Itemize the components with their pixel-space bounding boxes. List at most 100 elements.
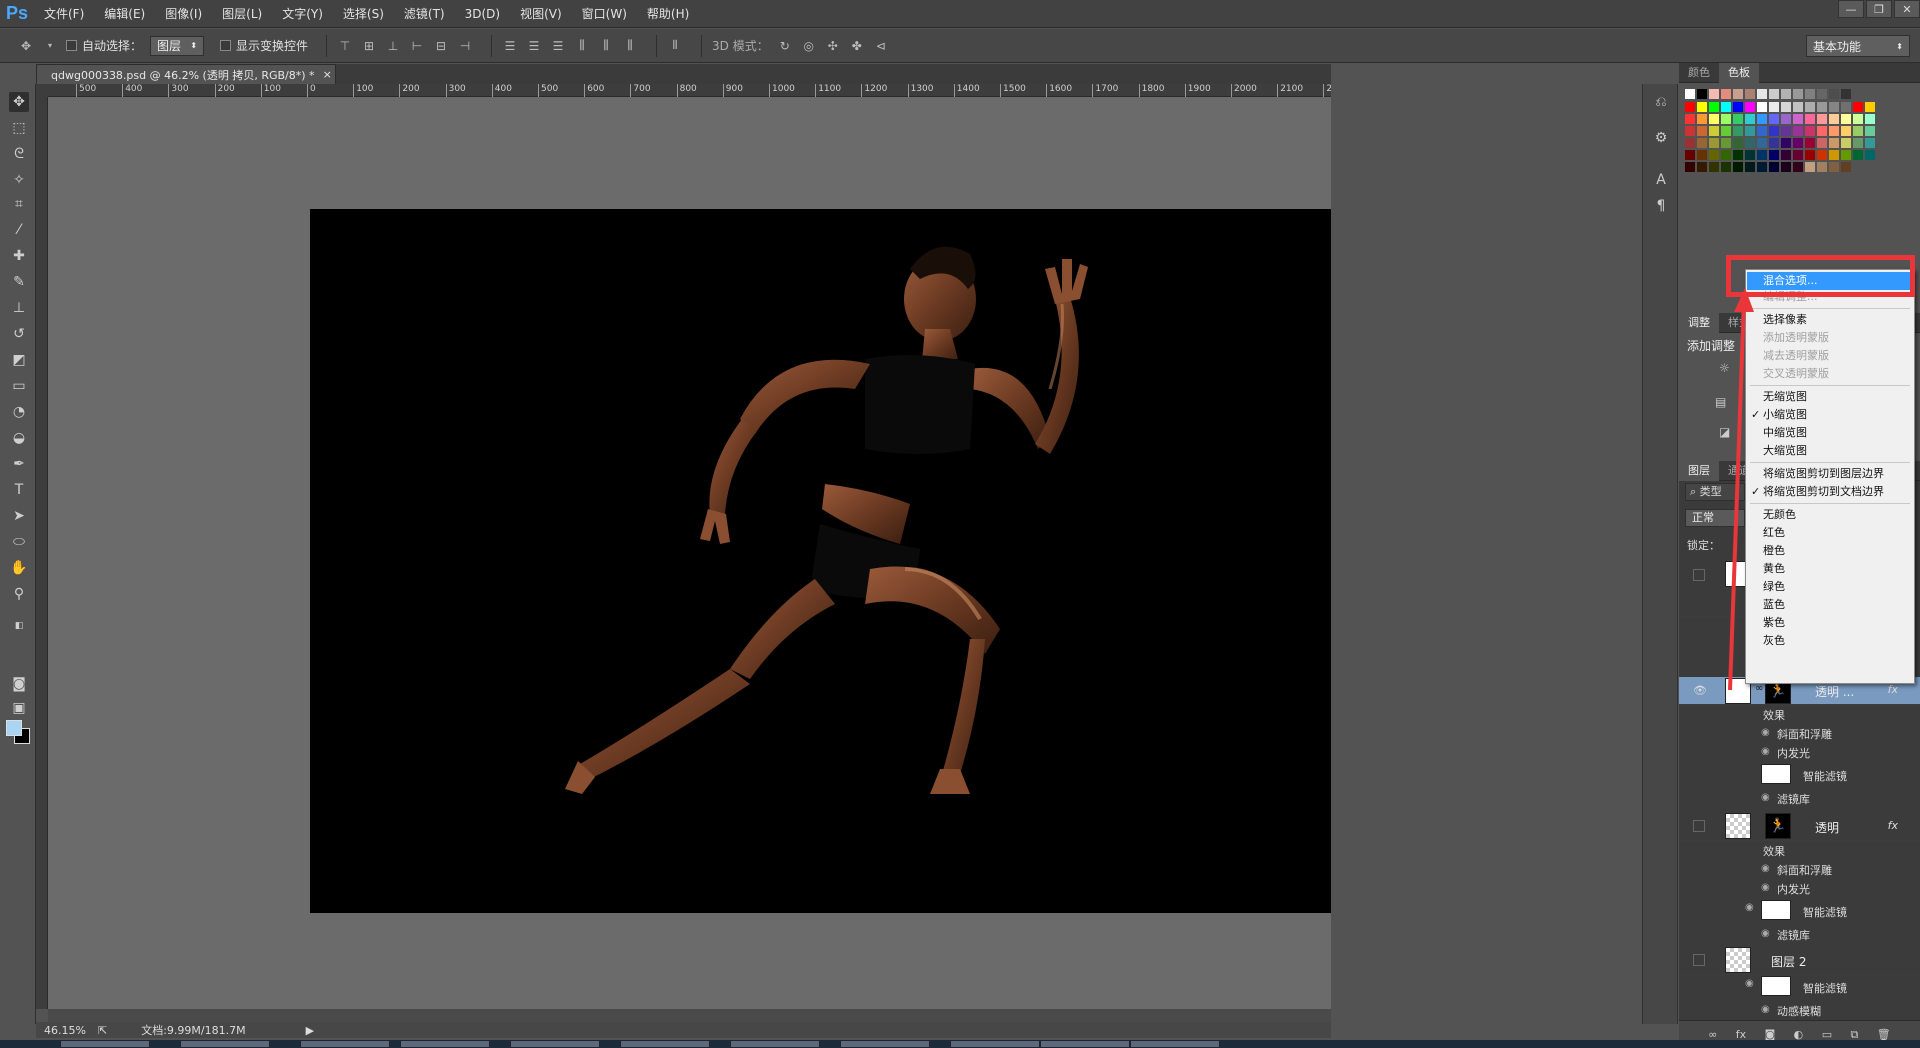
taskbar-button[interactable]	[300, 1040, 390, 1048]
align-bottom-icon[interactable]: ⊥	[385, 38, 401, 54]
horizontal-scrollbar[interactable]	[48, 1009, 1331, 1022]
color-swatch[interactable]	[1697, 89, 1707, 99]
color-swatch[interactable]	[1793, 114, 1803, 124]
minimize-button[interactable]: —	[1838, 0, 1864, 18]
color-swatch[interactable]	[1685, 126, 1695, 136]
color-swatch[interactable]	[1745, 102, 1755, 112]
quick-mask-icon[interactable]: ◙	[9, 674, 29, 694]
layer-row[interactable]: 🏃 透明 fx	[1679, 811, 1920, 841]
context-menu-item[interactable]: 无颜色	[1747, 506, 1913, 524]
auto-align-icon[interactable]: ⫴	[667, 38, 683, 54]
healing-brush-icon[interactable]: ✚	[9, 246, 29, 266]
brightness-icon[interactable]: ☼	[1719, 361, 1730, 375]
color-swatch[interactable]	[1745, 150, 1755, 160]
color-swatch[interactable]	[1697, 162, 1707, 172]
foreground-color-swatch[interactable]	[6, 720, 22, 736]
3d-slide-icon[interactable]: ✤	[849, 38, 865, 54]
color-swatch[interactable]	[1709, 114, 1719, 124]
document-canvas[interactable]	[310, 209, 1367, 913]
color-swatch[interactable]	[1829, 102, 1839, 112]
menu-filter[interactable]: 滤镜(T)	[394, 0, 455, 28]
color-swatch[interactable]	[1805, 162, 1815, 172]
context-menu-item[interactable]: 选择像素	[1747, 311, 1913, 329]
hand-tool-icon[interactable]: ✋	[9, 558, 29, 578]
eye-icon[interactable]: ◉	[1761, 882, 1770, 893]
color-swatch[interactable]	[1721, 150, 1731, 160]
color-swatch[interactable]	[1685, 89, 1695, 99]
brush-tool-icon[interactable]: ✎	[9, 272, 29, 292]
menu-help[interactable]: 帮助(H)	[637, 0, 699, 28]
context-menu-item[interactable]: 黄色	[1747, 560, 1913, 578]
color-swatch[interactable]	[1757, 126, 1767, 136]
color-swatch[interactable]	[1733, 102, 1743, 112]
taskbar-button[interactable]	[180, 1040, 270, 1048]
menu-file[interactable]: 文件(F)	[34, 0, 94, 28]
taskbar-button[interactable]	[730, 1040, 820, 1048]
photo-filter-icon[interactable]: ◪	[1719, 425, 1730, 439]
color-swatch[interactable]	[1709, 126, 1719, 136]
blend-mode-dropdown[interactable]: 正常	[1685, 509, 1745, 527]
color-swatch[interactable]	[1685, 162, 1695, 172]
menu-view[interactable]: 视图(V)	[510, 0, 572, 28]
layer-name[interactable]: 透明 ...	[1815, 683, 1854, 700]
blur-tool-icon[interactable]: ◔	[9, 402, 29, 422]
color-swatch[interactable]	[1841, 126, 1851, 136]
color-swatch[interactable]	[1697, 150, 1707, 160]
eye-icon[interactable]: ◉	[1761, 792, 1770, 803]
color-swatch[interactable]	[1829, 114, 1839, 124]
eye-icon[interactable]: ◉	[1761, 727, 1770, 738]
taskbar-button[interactable]	[510, 1040, 600, 1048]
color-swatch[interactable]	[1865, 150, 1875, 160]
zoom-level[interactable]: 46.15%	[44, 1024, 94, 1037]
move-tool-icon[interactable]: ✥	[18, 38, 34, 54]
color-swatch[interactable]	[1805, 89, 1815, 99]
color-swatch[interactable]	[1721, 89, 1731, 99]
type-tool-icon[interactable]: T	[9, 480, 29, 500]
color-swatch[interactable]	[1841, 114, 1851, 124]
properties-panel-icon[interactable]: ⚙	[1651, 128, 1671, 148]
color-swatch[interactable]	[1841, 150, 1851, 160]
color-swatch[interactable]	[1805, 102, 1815, 112]
color-swatch[interactable]	[1853, 150, 1863, 160]
color-swatch[interactable]	[1829, 150, 1839, 160]
context-menu-item[interactable]: 将缩览图剪切到图层边界	[1747, 465, 1913, 483]
layer-filter-kind[interactable]: ⌕ 类型	[1685, 483, 1745, 501]
color-swatch[interactable]	[1817, 150, 1827, 160]
paragraph-panel-icon[interactable]: ¶	[1651, 196, 1671, 216]
eye-icon[interactable]: 👁	[1693, 683, 1707, 697]
effect-inner-glow[interactable]: ◉ 内发光	[1679, 879, 1920, 898]
align-left-icon[interactable]: ⊢	[409, 38, 425, 54]
color-swatch[interactable]	[1769, 102, 1779, 112]
color-swatch[interactable]	[1781, 126, 1791, 136]
distribute-left-icon[interactable]: ⫼	[574, 38, 590, 54]
effect-bevel[interactable]: ◉ 斜面和浮雕	[1679, 724, 1920, 743]
close-tab-icon[interactable]: ×	[323, 68, 332, 81]
color-swatch[interactable]	[1733, 162, 1743, 172]
workspace-dropdown[interactable]: 基本功能 ⬍	[1806, 35, 1910, 57]
context-menu-item[interactable]: 绿色	[1747, 578, 1913, 596]
color-swatch[interactable]	[1781, 102, 1791, 112]
dodge-tool-icon[interactable]: ◒	[9, 428, 29, 448]
3d-scale-icon[interactable]: ⊲	[873, 38, 889, 54]
menu-window[interactable]: 窗口(W)	[572, 0, 637, 28]
default-colors-icon[interactable]: ◧	[9, 616, 29, 636]
menu-edit[interactable]: 编辑(E)	[94, 0, 155, 28]
color-swatch[interactable]	[1769, 138, 1779, 148]
color-swatch[interactable]	[1781, 150, 1791, 160]
color-swatch[interactable]	[1709, 102, 1719, 112]
color-swatch[interactable]	[1853, 126, 1863, 136]
color-swatch[interactable]	[1769, 150, 1779, 160]
export-icon[interactable]: ⇱	[98, 1024, 107, 1037]
color-swatch[interactable]	[1685, 102, 1695, 112]
color-swatch[interactable]	[1805, 138, 1815, 148]
tab-swatches[interactable]: 色板	[1719, 63, 1759, 83]
color-swatch[interactable]	[1853, 102, 1863, 112]
clone-stamp-icon[interactable]: ⊥	[9, 298, 29, 318]
color-swatch[interactable]	[1697, 126, 1707, 136]
context-menu-item[interactable]: ✓ 小缩览图	[1747, 406, 1913, 424]
color-swatch[interactable]	[1841, 89, 1851, 99]
menu-3d[interactable]: 3D(D)	[455, 0, 510, 28]
color-swatch[interactable]	[1865, 102, 1875, 112]
tab-layers[interactable]: 图层	[1679, 461, 1719, 481]
smart-filters-row[interactable]: ◉ 智能滤镜	[1679, 975, 1920, 999]
